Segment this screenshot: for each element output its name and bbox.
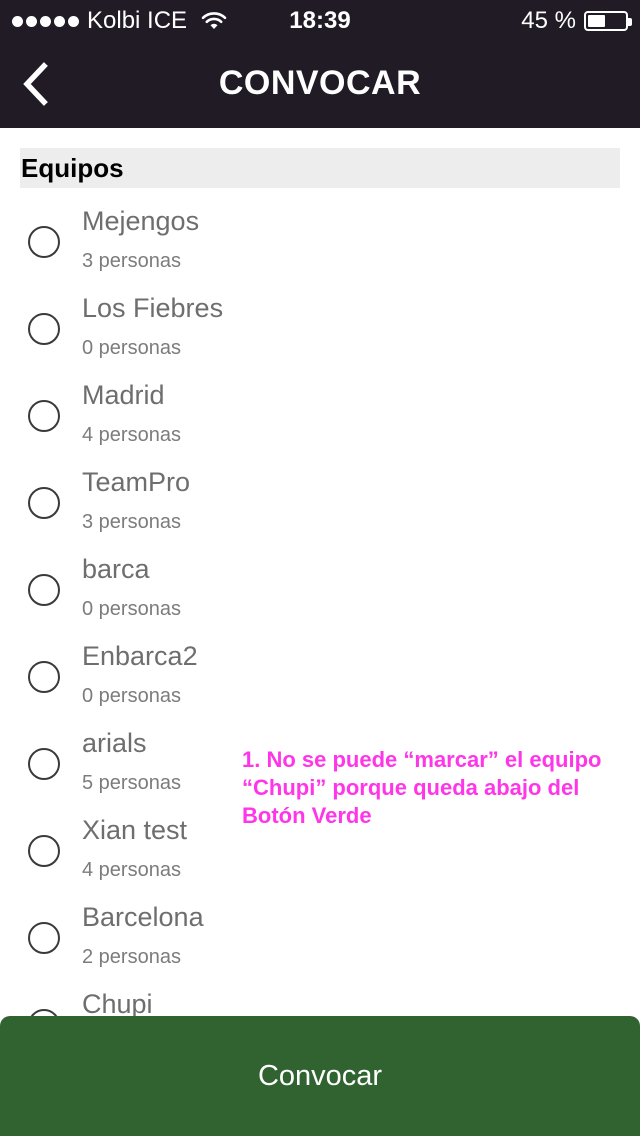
team-radio-button[interactable] [28, 922, 60, 954]
convocar-button[interactable]: Convocar [0, 1016, 640, 1136]
team-radio-button[interactable] [28, 487, 60, 519]
annotation-note: 1. No se puede “marcar” el equipo “Chupi… [242, 747, 602, 828]
team-list-item[interactable]: Los Fiebres 0 personas [0, 275, 640, 362]
team-radio-button[interactable] [28, 748, 60, 780]
team-member-count: 4 personas [82, 424, 181, 446]
team-member-count: 0 personas [82, 685, 181, 707]
status-right: 45 % [521, 7, 632, 35]
screen: Kolbi ICE 18:39 45 % CONVOCAR Equipos Me… [0, 0, 640, 1136]
team-member-count: 4 personas [82, 859, 181, 881]
team-name: TeamPro [82, 467, 191, 497]
team-radio-button[interactable] [28, 574, 60, 606]
team-radio-button[interactable] [28, 226, 60, 258]
team-name: Los Fiebres [82, 293, 224, 323]
team-list-item[interactable]: Madrid 4 personas [0, 362, 640, 449]
battery-fill [588, 15, 606, 27]
page-title: CONVOCAR [218, 64, 422, 102]
team-list: Mejengos 3 personas Los Fiebres 0 personas M… [0, 188, 640, 1058]
team-member-count: 0 personas [82, 337, 181, 359]
team-list-item[interactable]: Barcelona 2 personas [0, 884, 640, 971]
team-member-count: 3 personas [82, 250, 181, 272]
team-name: Mejengos [82, 206, 200, 236]
team-name: Barcelona [82, 902, 204, 932]
team-list-item[interactable]: barca 0 personas [0, 536, 640, 623]
team-member-count: 3 personas [82, 511, 181, 533]
team-radio-button[interactable] [28, 661, 60, 693]
status-bar: Kolbi ICE 18:39 45 % [0, 0, 640, 40]
team-name: Enbarca2 [82, 641, 198, 671]
team-list-item[interactable]: TeamPro 3 personas [0, 449, 640, 536]
team-name: arials [82, 728, 147, 758]
team-member-count: 5 personas [82, 772, 181, 794]
team-radio-button[interactable] [28, 400, 60, 432]
team-name: Madrid [82, 380, 165, 410]
team-list-item[interactable]: Enbarca2 0 personas [0, 623, 640, 710]
section-header-equipos: Equipos [20, 148, 620, 188]
team-member-count: 0 personas [82, 598, 181, 620]
team-name: barca [82, 554, 150, 584]
battery-percent: 45 % [521, 7, 576, 34]
team-radio-button[interactable] [28, 835, 60, 867]
team-member-count: 2 personas [82, 946, 181, 968]
nav-bar: CONVOCAR [0, 40, 640, 128]
battery-icon [584, 11, 632, 31]
team-name: Xian test [82, 815, 188, 845]
team-radio-button[interactable] [28, 313, 60, 345]
team-list-item[interactable]: Mejengos 3 personas [0, 188, 640, 275]
